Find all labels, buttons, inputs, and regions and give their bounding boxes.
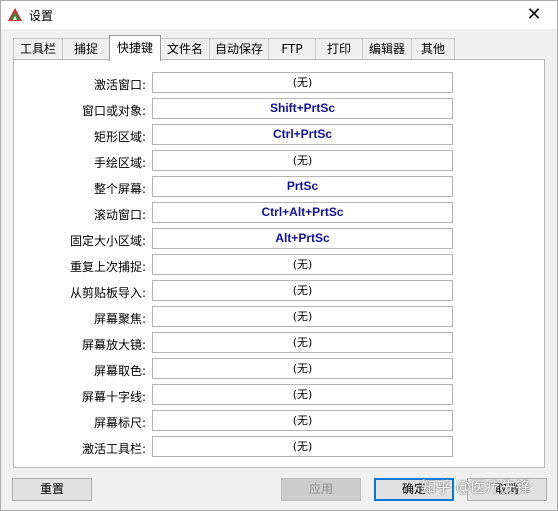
hotkey-row-freehand-region: 手绘区域: (无) bbox=[14, 150, 544, 172]
hotkey-panel: 激活窗口: (无) 窗口或对象: Shift+PrtSc 矩形区域: Ctrl+… bbox=[13, 59, 545, 468]
hotkey-field-activate-window[interactable]: (无) bbox=[152, 72, 453, 93]
tab-capture[interactable]: 捕捉 bbox=[62, 38, 110, 60]
hotkey-field-activate-toolbar[interactable]: (无) bbox=[152, 436, 453, 457]
hotkey-label: 矩形区域: bbox=[93, 130, 146, 144]
app-logo-icon bbox=[8, 8, 22, 21]
hotkey-row-import-clipboard: 从剪贴板导入: (无) bbox=[14, 280, 544, 302]
hotkey-row-activate-window: 激活窗口: (无) bbox=[14, 72, 544, 94]
hotkey-label: 屏幕放大镜: bbox=[81, 338, 146, 352]
hotkey-label: 窗口或对象: bbox=[81, 104, 146, 118]
hotkey-label: 整个屏幕: bbox=[93, 182, 146, 196]
hotkey-field-window-object[interactable]: Shift+PrtSc bbox=[152, 98, 453, 119]
settings-window: 设置 ✕ 工具栏 捕捉 快捷键 文件名 自动保存 FTP 打印 编辑器 其他 激… bbox=[0, 0, 558, 511]
hotkey-label: 激活工具栏: bbox=[81, 442, 146, 456]
hotkey-label: 滚动窗口: bbox=[93, 208, 146, 222]
hotkey-row-rect-region: 矩形区域: Ctrl+PrtSc bbox=[14, 124, 544, 146]
hotkey-field-color-picker[interactable]: (无) bbox=[152, 358, 453, 379]
hotkey-field-magnifier[interactable]: (无) bbox=[152, 332, 453, 353]
hotkey-field-scrolling-window[interactable]: Ctrl+Alt+PrtSc bbox=[152, 202, 453, 223]
hotkey-row-scrolling-window: 滚动窗口: Ctrl+Alt+PrtSc bbox=[14, 202, 544, 224]
hotkey-field-full-screen[interactable]: PrtSc bbox=[152, 176, 453, 197]
hotkey-row-color-picker: 屏幕取色: (无) bbox=[14, 358, 544, 380]
hotkey-label: 从剪贴板导入: bbox=[69, 286, 146, 300]
hotkey-row-repeat-last: 重复上次捕捉: (无) bbox=[14, 254, 544, 276]
tab-ftp[interactable]: FTP bbox=[268, 38, 316, 60]
tab-other[interactable]: 其他 bbox=[411, 38, 455, 60]
close-button[interactable]: ✕ bbox=[517, 2, 551, 28]
hotkey-field-fixed-region[interactable]: Alt+PrtSc bbox=[152, 228, 453, 249]
hotkey-field-freehand-region[interactable]: (无) bbox=[152, 150, 453, 171]
hotkey-label: 固定大小区域: bbox=[69, 234, 146, 248]
reset-button[interactable]: 重置 bbox=[12, 478, 92, 501]
hotkey-row-activate-toolbar: 激活工具栏: (无) bbox=[14, 436, 544, 458]
zhihu-watermark: 知乎 @医疗先锋 bbox=[421, 478, 531, 496]
hotkey-label: 屏幕取色: bbox=[93, 364, 146, 378]
hotkey-row-magnifier: 屏幕放大镜: (无) bbox=[14, 332, 544, 354]
hotkey-label: 屏幕标尺: bbox=[93, 416, 146, 430]
hotkey-label: 重复上次捕捉: bbox=[69, 260, 146, 274]
hotkey-field-rect-region[interactable]: Ctrl+PrtSc bbox=[152, 124, 453, 145]
hotkey-label: 激活窗口: bbox=[93, 78, 146, 92]
hotkey-row-ruler: 屏幕标尺: (无) bbox=[14, 410, 544, 432]
tab-print[interactable]: 打印 bbox=[315, 38, 363, 60]
tab-editor[interactable]: 编辑器 bbox=[362, 38, 412, 60]
tab-hotkeys[interactable]: 快捷键 bbox=[109, 35, 161, 61]
hotkey-field-screen-focus[interactable]: (无) bbox=[152, 306, 453, 327]
apply-button[interactable]: 应用 bbox=[281, 478, 361, 501]
hotkey-row-crosshair: 屏幕十字线: (无) bbox=[14, 384, 544, 406]
hotkey-label: 屏幕聚焦: bbox=[93, 312, 146, 326]
tab-filename[interactable]: 文件名 bbox=[160, 38, 210, 60]
tab-toolbar[interactable]: 工具栏 bbox=[13, 38, 63, 60]
hotkey-field-crosshair[interactable]: (无) bbox=[152, 384, 453, 405]
hotkey-field-import-clipboard[interactable]: (无) bbox=[152, 280, 453, 301]
hotkey-row-full-screen: 整个屏幕: PrtSc bbox=[14, 176, 544, 198]
tab-autosave[interactable]: 自动保存 bbox=[209, 38, 269, 60]
hotkey-row-screen-focus: 屏幕聚焦: (无) bbox=[14, 306, 544, 328]
hotkey-field-ruler[interactable]: (无) bbox=[152, 410, 453, 431]
hotkey-row-window-object: 窗口或对象: Shift+PrtSc bbox=[14, 98, 544, 120]
title-bar: 设置 ✕ bbox=[1, 1, 557, 29]
hotkey-label: 屏幕十字线: bbox=[81, 390, 146, 404]
hotkey-row-fixed-region: 固定大小区域: Alt+PrtSc bbox=[14, 228, 544, 250]
hotkey-field-repeat-last[interactable]: (无) bbox=[152, 254, 453, 275]
hotkey-label: 手绘区域: bbox=[93, 156, 146, 170]
window-title: 设置 bbox=[29, 9, 54, 23]
